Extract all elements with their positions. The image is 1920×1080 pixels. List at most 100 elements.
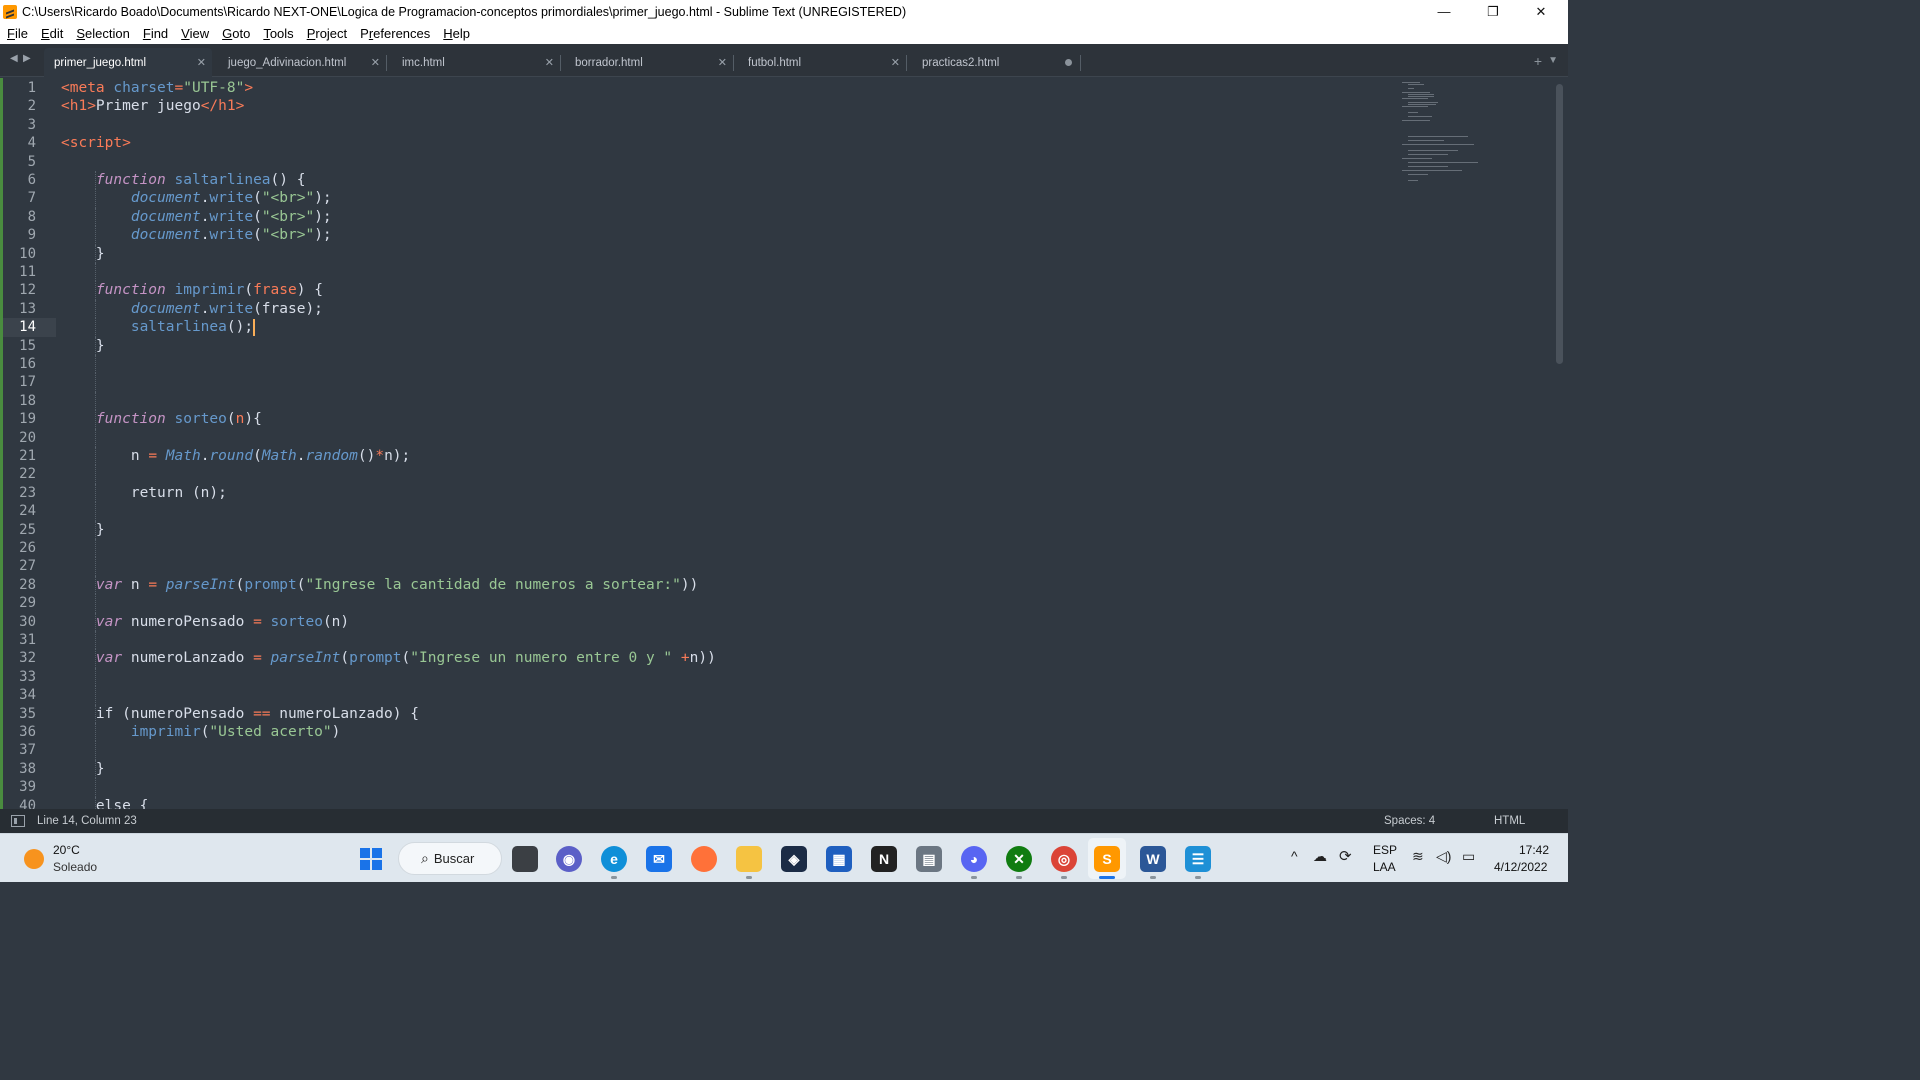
code-line[interactable]: saltarlinea(); bbox=[61, 318, 256, 337]
tray-chevron-icon[interactable]: ^ bbox=[1291, 848, 1298, 864]
menu-item[interactable]: Tools bbox=[256, 23, 299, 44]
code-line[interactable]: } bbox=[61, 521, 105, 539]
file-explorer-icon[interactable] bbox=[736, 846, 762, 872]
menu-item[interactable]: File bbox=[0, 23, 34, 44]
notepad-icon[interactable]: ☰ bbox=[1185, 846, 1211, 872]
discord-icon[interactable]: ◕ bbox=[961, 846, 987, 872]
tab-close-icon[interactable]: ✕ bbox=[545, 56, 554, 69]
tab-imc-html[interactable]: imc.html ✕ bbox=[392, 48, 561, 77]
restore-button[interactable]: ❐ bbox=[1470, 0, 1516, 23]
minimize-button[interactable]: — bbox=[1421, 0, 1467, 23]
code-editor[interactable]: 1 2 3 4 5 6 7 8 9 10 11 12 13 14 15 16 17 18 19 20 21 22 23 24 2… bbox=[0, 78, 1568, 809]
code-line[interactable]: } bbox=[61, 337, 105, 355]
mail-icon[interactable]: ✉ bbox=[646, 846, 672, 872]
tab-close-icon[interactable]: ✕ bbox=[197, 56, 206, 69]
word-icon[interactable]: W bbox=[1140, 846, 1166, 872]
minimap[interactable] bbox=[1400, 80, 1480, 190]
code-line[interactable]: document.write("<br>"); bbox=[61, 189, 332, 207]
menu-item[interactable]: Project bbox=[300, 23, 353, 44]
menu-item[interactable]: Help bbox=[436, 23, 476, 44]
syntax-mode[interactable]: HTML bbox=[1494, 815, 1525, 827]
indent-guide bbox=[95, 428, 96, 447]
tab-borrador-html[interactable]: borrador.html ✕ bbox=[565, 48, 734, 77]
code-line[interactable]: <script> bbox=[61, 134, 131, 152]
weather-temp[interactable]: 20°C bbox=[53, 843, 80, 857]
code-line[interactable]: document.write("<br>"); bbox=[61, 208, 332, 226]
menu-item[interactable]: Selection bbox=[69, 23, 135, 44]
taskbar-search[interactable]: ⌕ Buscar bbox=[398, 842, 502, 875]
tab-back-icon[interactable]: ◀ bbox=[10, 53, 18, 64]
wifi-icon[interactable]: ≋ bbox=[1412, 848, 1424, 865]
code-line[interactable]: <h1>Primer juego</h1> bbox=[61, 97, 244, 115]
tab-juego-adivinacion-html[interactable]: juego_Adivinacion.html ✕ bbox=[218, 48, 387, 77]
code-line[interactable]: document.write(frase); bbox=[61, 300, 323, 318]
keyboard-layout[interactable]: LAA bbox=[1373, 860, 1396, 874]
new-tab-icon[interactable]: + bbox=[1534, 53, 1542, 69]
tab-close-icon[interactable]: ✕ bbox=[891, 56, 900, 69]
vscode-like-app-icon[interactable]: ◈ bbox=[781, 846, 807, 872]
line-number: 11 bbox=[19, 264, 36, 280]
xbox-icon[interactable]: ✕ bbox=[1006, 846, 1032, 872]
chrome-icon[interactable]: ◎ bbox=[1051, 846, 1077, 872]
code-line[interactable]: document.write("<br>"); bbox=[61, 226, 332, 244]
line-number: 18 bbox=[19, 392, 36, 409]
code-line[interactable]: var n = parseInt(prompt("Ingrese la cant… bbox=[61, 576, 698, 594]
tab-futbol-html[interactable]: futbol.html ✕ bbox=[738, 48, 907, 77]
code-line[interactable]: return (n); bbox=[61, 484, 227, 502]
windows-start-icon[interactable] bbox=[358, 846, 384, 872]
vertical-scrollbar[interactable] bbox=[1556, 84, 1563, 364]
tab-primer-juego-html[interactable]: primer_juego.html ✕ bbox=[44, 48, 212, 77]
line-number: 40 bbox=[19, 797, 36, 809]
code-line[interactable]: } bbox=[61, 245, 105, 263]
tab-practicas2-html[interactable]: practicas2.html bbox=[912, 48, 1081, 77]
menu-item[interactable]: Find bbox=[136, 23, 174, 44]
code-line[interactable]: function saltarlinea() { bbox=[61, 171, 306, 189]
calculator-icon[interactable]: ▤ bbox=[916, 846, 942, 872]
clock-time[interactable]: 17:42 bbox=[1519, 843, 1549, 857]
sync-icon[interactable]: ⟳ bbox=[1339, 847, 1352, 865]
menu-item[interactable]: Preferences bbox=[353, 23, 436, 44]
code-line[interactable]: <meta charset="UTF-8"> bbox=[61, 79, 253, 97]
indent-guide bbox=[95, 704, 96, 723]
line-number: 12 bbox=[19, 282, 36, 299]
sublime-text-icon[interactable]: S bbox=[1094, 846, 1120, 872]
code-line[interactable]: function imprimir(frase) { bbox=[61, 281, 323, 299]
code-line[interactable]: n = Math.round(Math.random()*n); bbox=[61, 447, 410, 465]
line-number: 36 bbox=[19, 724, 36, 740]
tab-modified-dot-icon[interactable] bbox=[1065, 59, 1072, 66]
line-number: 31 bbox=[19, 632, 36, 648]
menu-item[interactable]: Edit bbox=[34, 23, 69, 44]
indent-guide bbox=[95, 741, 96, 760]
onedrive-icon[interactable]: ☁ bbox=[1313, 848, 1327, 865]
code-line[interactable]: function sorteo(n){ bbox=[61, 410, 262, 428]
volume-icon[interactable]: ◁) bbox=[1436, 848, 1451, 865]
code-line[interactable]: else { bbox=[61, 797, 148, 809]
code-line[interactable]: imprimir("Usted acerto") bbox=[61, 723, 341, 741]
tab-close-icon[interactable]: ✕ bbox=[371, 56, 380, 69]
code-line[interactable]: } bbox=[61, 760, 105, 778]
store-icon[interactable]: ▦ bbox=[826, 846, 852, 872]
panel-toggle-icon[interactable] bbox=[11, 815, 25, 827]
notion-icon[interactable]: N bbox=[871, 846, 897, 872]
indent-guide bbox=[95, 502, 96, 521]
tab-list-icon[interactable]: ▼ bbox=[1548, 55, 1558, 66]
search-label: Buscar bbox=[433, 851, 475, 866]
code-line[interactable]: var numeroPensado = sorteo(n) bbox=[61, 613, 349, 631]
tab-close-icon[interactable]: ✕ bbox=[718, 56, 727, 69]
teams-chat-icon[interactable]: ◉ bbox=[556, 846, 582, 872]
tab-forward-icon[interactable]: ▶ bbox=[23, 53, 31, 64]
clock-date[interactable]: 4/12/2022 bbox=[1494, 860, 1547, 874]
indentation-setting[interactable]: Spaces: 4 bbox=[1384, 815, 1435, 827]
task-view-icon[interactable] bbox=[512, 846, 538, 872]
firefox-icon[interactable] bbox=[691, 846, 717, 872]
code-line[interactable]: var numeroLanzado = parseInt(prompt("Ing… bbox=[61, 649, 716, 667]
close-button[interactable]: ✕ bbox=[1518, 0, 1564, 23]
language-indicator[interactable]: ESP bbox=[1373, 843, 1397, 857]
battery-icon[interactable]: ▭ bbox=[1462, 848, 1475, 865]
edge-icon[interactable]: e bbox=[601, 846, 627, 872]
sun-icon bbox=[24, 849, 44, 869]
code-line[interactable]: if (numeroPensado == numeroLanzado) { bbox=[61, 705, 419, 723]
menu-item[interactable]: View bbox=[174, 23, 215, 44]
weather-condition[interactable]: Soleado bbox=[53, 860, 97, 874]
menu-item[interactable]: Goto bbox=[215, 23, 256, 44]
